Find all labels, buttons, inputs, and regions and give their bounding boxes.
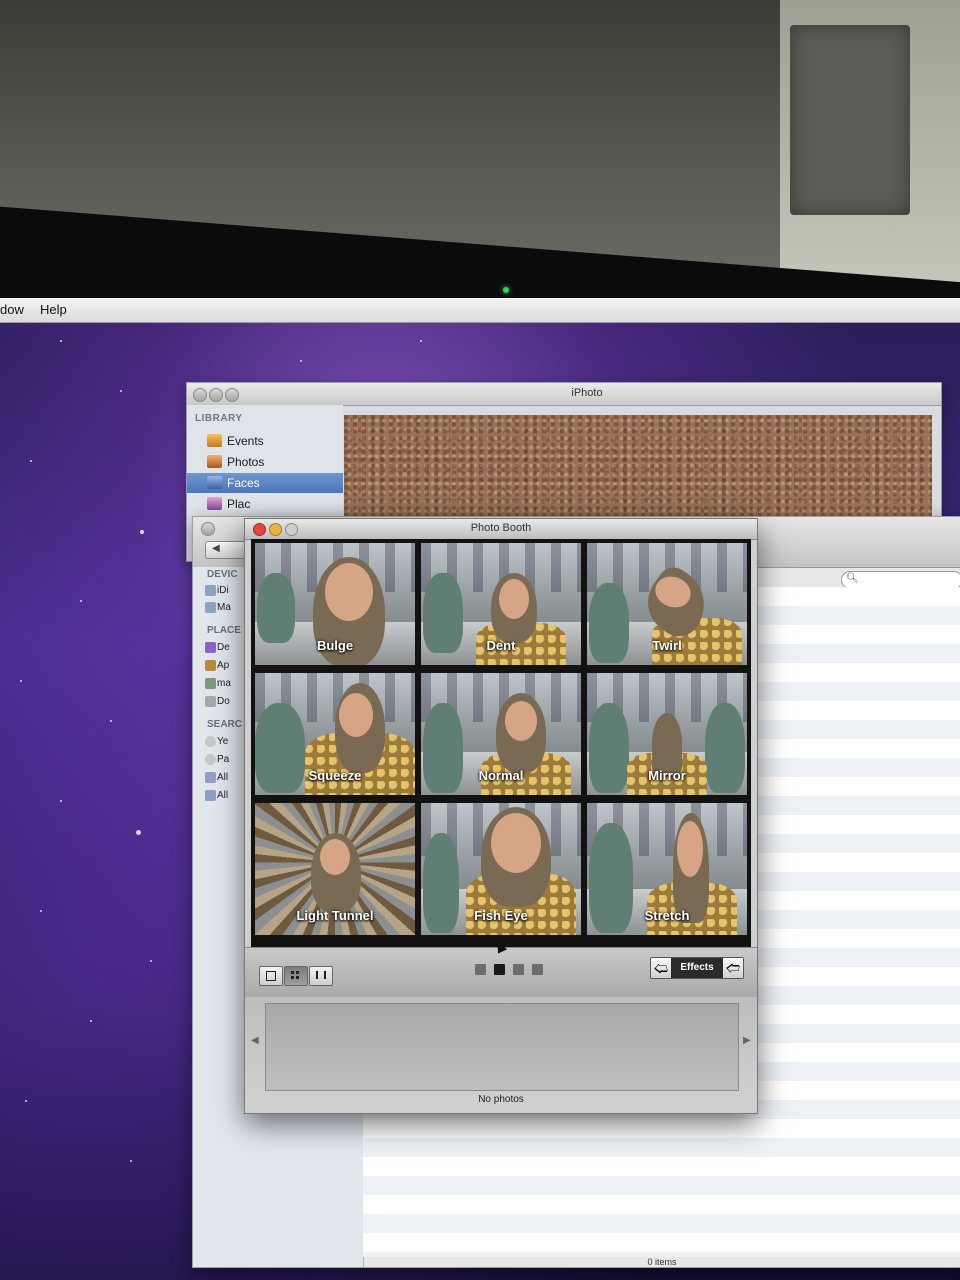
page-indicator[interactable]	[513, 964, 524, 975]
effect-tile-dent[interactable]: Dent	[421, 543, 581, 665]
page-indicator-current[interactable]	[494, 964, 505, 975]
effect-tile-fish-eye[interactable]: Fish Eye	[421, 803, 581, 935]
finder-status-bar: 0 items	[647, 1257, 677, 1267]
sidebar-item-search[interactable]: Pa	[205, 754, 229, 765]
effect-label: Stretch	[644, 908, 690, 923]
photo-booth-titlebar[interactable]: Photo Booth	[245, 519, 757, 540]
menu-window[interactable]: dow	[0, 302, 24, 317]
clock-icon	[205, 754, 216, 765]
iphoto-close-button[interactable]	[193, 388, 207, 402]
effect-label: Fish Eye	[474, 908, 528, 923]
effect-tile-squeeze[interactable]: Squeeze	[255, 673, 415, 795]
search-icon: 🔍︎	[846, 573, 859, 584]
sidebar-header-places: PLACE	[207, 625, 241, 636]
menu-help[interactable]: Help	[40, 302, 67, 317]
photo-booth-window: Photo Booth Bulge Dent Twirl Squeeze Nor…	[244, 518, 758, 1114]
back-arrow-icon[interactable]: ◀	[212, 543, 220, 554]
sidebar-item-device[interactable]: iDi	[205, 585, 229, 596]
desktop-icon	[205, 642, 216, 653]
arrow-left-icon: 🢨	[653, 960, 669, 976]
photo-booth-toolbar: 🢨 Effects 🢪	[245, 947, 757, 998]
iphoto-titlebar[interactable]: iPhoto	[187, 383, 941, 406]
sidebar-item-place[interactable]: ma	[205, 678, 231, 689]
iphoto-zoom-button[interactable]	[225, 388, 239, 402]
effect-label: Normal	[478, 768, 524, 783]
tray-scroll-right-icon[interactable]: ▶	[743, 1035, 751, 1046]
iphoto-minimize-button[interactable]	[209, 388, 223, 402]
page-indicator[interactable]	[532, 964, 543, 975]
library-item-label: Photos	[227, 455, 265, 469]
library-item-events[interactable]: Events	[187, 431, 343, 451]
sidebar-item-device[interactable]: Ma	[205, 602, 231, 613]
effect-label: Twirl	[652, 638, 682, 653]
effect-tile-mirror[interactable]: Mirror	[587, 673, 747, 795]
webcam-indicator-light	[503, 287, 509, 293]
library-item-label: Plac	[227, 497, 251, 511]
smart-folder-icon	[205, 790, 216, 801]
single-view-button[interactable]	[259, 966, 283, 986]
finder-close-button[interactable]	[201, 522, 215, 536]
sidebar-item-search[interactable]: All	[205, 790, 228, 801]
sidebar-header-search: SEARC	[207, 719, 243, 730]
iphoto-title: iPhoto	[571, 387, 603, 399]
effects-button[interactable]: Effects	[671, 958, 723, 978]
photo-strip[interactable]	[265, 1003, 739, 1091]
sidebar-item-place[interactable]: Ap	[205, 660, 229, 671]
arrow-right-icon: 🢪	[725, 960, 741, 976]
clock-icon	[205, 736, 216, 747]
effect-label: Light Tunnel	[296, 908, 374, 923]
previous-effects-button[interactable]: 🢨	[651, 958, 671, 978]
library-item-faces[interactable]: Faces	[187, 473, 343, 493]
applications-icon	[205, 660, 216, 671]
photo-booth-title: Photo Booth	[470, 522, 532, 534]
disk-icon	[205, 602, 216, 613]
effect-label: Dent	[486, 638, 516, 653]
page-indicator[interactable]	[475, 964, 486, 975]
library-item-places[interactable]: Plac	[187, 494, 343, 514]
sidebar-item-place[interactable]: Do	[205, 696, 230, 707]
next-effects-button[interactable]: 🢪	[723, 958, 743, 978]
photos-icon	[207, 455, 222, 468]
effect-label: Squeeze	[308, 768, 362, 783]
home-icon	[205, 678, 216, 689]
effect-label: Bulge	[316, 638, 354, 653]
effect-tile-normal[interactable]: Normal	[421, 673, 581, 795]
grid-view-button[interactable]	[284, 966, 308, 986]
wall-vent	[790, 25, 910, 215]
effect-tile-light-tunnel[interactable]: Light Tunnel	[255, 803, 415, 935]
effects-control: 🢨 Effects 🢪	[650, 957, 744, 979]
tray-status: No photos	[478, 1094, 524, 1105]
sidebar-header-devices: DEVIC	[207, 569, 238, 580]
library-header: LIBRARY	[195, 413, 243, 424]
smart-folder-icon	[205, 772, 216, 783]
effect-tile-stretch[interactable]: Stretch	[587, 803, 747, 935]
effects-grid: Bulge Dent Twirl Squeeze Normal Mirror L…	[251, 539, 751, 947]
sidebar-item-search[interactable]: All	[205, 772, 228, 783]
photo-tray: ◀ ▶	[245, 997, 757, 1093]
filmstrip-view-button[interactable]	[309, 966, 333, 986]
places-icon	[207, 497, 222, 510]
effect-label: Mirror	[648, 768, 686, 783]
library-item-photos[interactable]: Photos	[187, 452, 343, 472]
disk-icon	[205, 585, 216, 596]
sidebar-item-search[interactable]: Ye	[205, 736, 228, 747]
sidebar-item-place[interactable]: De	[205, 642, 230, 653]
events-icon	[207, 434, 222, 447]
library-item-label: Events	[227, 434, 264, 448]
menu-bar: dow Help	[0, 298, 960, 323]
effect-tile-bulge[interactable]: Bulge	[255, 543, 415, 665]
tray-scroll-left-icon[interactable]: ◀	[251, 1035, 259, 1046]
documents-icon	[205, 696, 216, 707]
library-item-label: Faces	[227, 476, 260, 490]
effect-tile-twirl[interactable]: Twirl	[587, 543, 747, 665]
faces-icon	[207, 476, 222, 489]
